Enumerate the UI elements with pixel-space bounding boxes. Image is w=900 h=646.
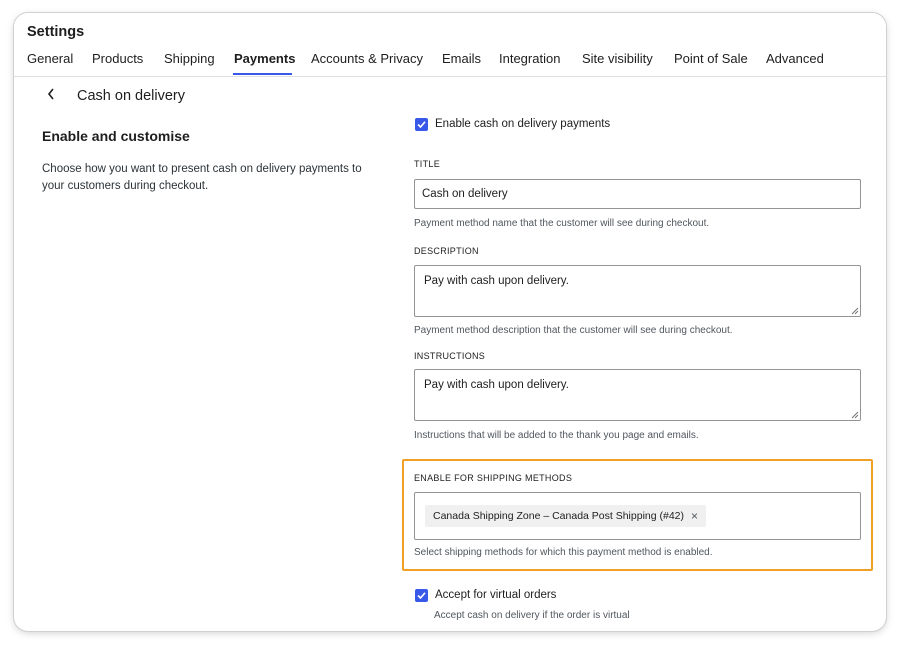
shipping-methods-label: ENABLE FOR SHIPPING METHODS [414, 473, 573, 483]
section-title: Enable and customise [42, 128, 190, 144]
tab-products[interactable]: Products [92, 51, 143, 66]
tab-shipping[interactable]: Shipping [164, 51, 215, 66]
instructions-textarea[interactable]: Pay with cash upon delivery. [414, 369, 861, 421]
back-button[interactable] [46, 87, 56, 101]
virtual-orders-checkbox[interactable] [415, 589, 428, 602]
remove-chip-icon[interactable]: × [691, 510, 698, 522]
virtual-orders-help: Accept cash on delivery if the order is … [434, 610, 630, 621]
section-description: Choose how you want to present cash on d… [42, 163, 362, 192]
title-help: Payment method name that the customer wi… [414, 218, 710, 229]
tab-point-of-sale[interactable]: Point of Sale [674, 51, 748, 66]
resize-grip-icon[interactable] [851, 411, 859, 419]
shipping-methods-help: Select shipping methods for which this p… [414, 547, 713, 558]
tab-payments[interactable]: Payments [234, 51, 295, 66]
virtual-orders-label[interactable]: Accept for virtual orders [435, 589, 556, 601]
settings-window: Settings General Products Shipping Payme… [14, 13, 886, 631]
resize-grip-icon[interactable] [851, 307, 859, 315]
shipping-methods-select[interactable]: Canada Shipping Zone – Canada Post Shipp… [414, 492, 861, 540]
settings-header: Settings General Products Shipping Payme… [14, 13, 886, 77]
tab-advanced[interactable]: Advanced [766, 51, 824, 66]
enable-cod-label[interactable]: Enable cash on delivery payments [435, 118, 610, 130]
description-help: Payment method description that the cust… [414, 325, 733, 336]
description-textarea[interactable]: Pay with cash upon delivery. [414, 265, 861, 317]
tab-emails[interactable]: Emails [442, 51, 481, 66]
checkmark-icon [417, 592, 426, 600]
tab-integration[interactable]: Integration [499, 51, 560, 66]
page-title: Settings [27, 24, 85, 40]
enable-cod-checkbox[interactable] [415, 118, 428, 131]
tab-general[interactable]: General [27, 51, 73, 66]
tab-accounts-privacy[interactable]: Accounts & Privacy [311, 51, 423, 66]
tab-site-visibility[interactable]: Site visibility [582, 51, 653, 66]
chevron-left-icon [47, 88, 54, 100]
title-field-label: TITLE [414, 159, 441, 169]
description-field-label: DESCRIPTION [414, 246, 479, 256]
title-input[interactable] [414, 179, 861, 209]
instructions-field-label: INSTRUCTIONS [414, 351, 486, 361]
instructions-help: Instructions that will be added to the t… [414, 430, 699, 441]
page-heading: Cash on delivery [77, 88, 185, 104]
shipping-method-chip-label: Canada Shipping Zone – Canada Post Shipp… [433, 510, 685, 522]
active-tab-indicator [233, 73, 292, 75]
shipping-method-chip: Canada Shipping Zone – Canada Post Shipp… [425, 505, 707, 527]
checkmark-icon [417, 121, 426, 129]
